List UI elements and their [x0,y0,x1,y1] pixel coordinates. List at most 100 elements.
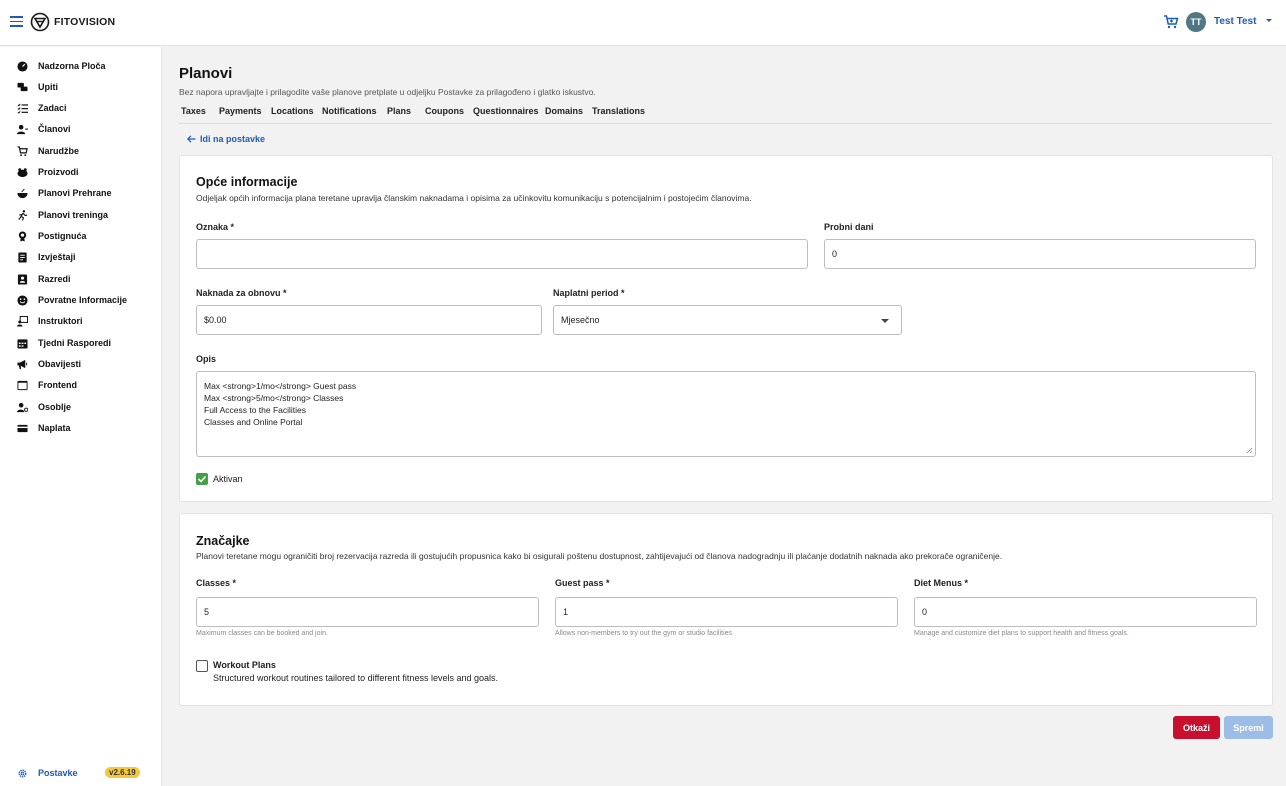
sidebar-item-label: Proizvodi [38,167,79,177]
megaphone-icon [17,359,28,370]
avatar[interactable]: TT [1186,12,1206,32]
billing-period-select[interactable]: Mjesečno [553,305,902,335]
billing-period-value: Mjesečno [561,315,600,325]
sidebar-item-inquiries[interactable]: Upiti [0,79,162,97]
sidebar-item-frontend[interactable]: Frontend [0,377,162,395]
sidebar-item-members[interactable]: Članovi [0,121,162,139]
classes-label: Classes * [196,578,237,588]
diet-menus-hint: Manage and customize diet plans to suppo… [914,630,1129,637]
check-icon [197,475,207,483]
top-bar: FITOVISION TT Test Test [0,0,1286,46]
sidebar-item-products[interactable]: Proizvodi [0,164,162,182]
back-to-settings-link[interactable]: Idi na postavke [187,134,265,144]
tab-domains[interactable]: Domains [545,106,583,116]
tab-payments[interactable]: Payments [219,106,262,116]
tab-taxes[interactable]: Taxes [181,106,206,116]
members-icon [17,124,28,135]
section-description: Odjeljak općih informacija plana teretan… [196,193,752,203]
sidebar-item-label: Članovi [38,124,71,134]
frontend-icon [17,380,28,391]
reports-icon [18,252,27,263]
classes-input[interactable]: 5 [196,597,539,627]
guest-pass-hint: Allows non-members to try out the gym or… [555,630,733,637]
gear-icon [18,769,27,778]
sidebar-item-dashboard[interactable]: Nadzorna Ploča [0,58,162,76]
version-badge: v2.6.19 [105,767,140,778]
menu-icon[interactable] [10,16,23,27]
textarea-line: Max <strong>1/mo</strong> Guest pass [204,381,357,391]
tab-notifications[interactable]: Notifications [322,106,377,116]
sidebar-item-label: Planovi Prehrane [38,188,112,198]
sidebar-item-settings[interactable]: Postavke v2.6.19 [0,765,162,783]
tab-coupons[interactable]: Coupons [425,106,464,116]
sidebar-item-label: Zadaci [38,103,67,113]
sidebar-item-billing[interactable]: Naplata [0,420,162,438]
tab-locations[interactable]: Locations [271,106,314,116]
classes-icon [17,274,28,285]
diet-menus-input[interactable]: 0 [914,597,1257,627]
cart-icon [17,146,28,157]
running-icon [18,210,28,221]
fitovision-logo-icon [30,12,50,32]
tab-translations[interactable]: Translations [592,106,645,116]
workout-plans-checkbox[interactable] [196,660,208,672]
tab-plans[interactable]: Plans [387,106,411,116]
sidebar-item-label: Naplata [38,423,71,433]
label-input[interactable] [196,239,808,269]
sidebar-item-label: Narudžbe [38,146,80,156]
bowl-icon [17,188,28,199]
sidebar-item-diet-plans[interactable]: Planovi Prehrane [0,185,162,203]
dashboard-icon [17,61,28,72]
caret-down-icon [881,319,889,323]
guest-pass-input[interactable]: 1 [555,597,898,627]
billing-period-label: Naplatni period * [553,288,625,298]
brand-name: FITOVISION [54,16,116,28]
sidebar-item-label: Razredi [38,274,71,284]
chat-icon [17,82,28,92]
logo[interactable]: FITOVISION [30,12,115,32]
sidebar-item-reports[interactable]: Izvještaji [0,249,162,267]
sidebar: Nadzorna Ploča Upiti Zadaci Članovi Naru… [0,47,162,786]
renewal-fee-input[interactable]: $0.00 [196,305,542,335]
description-textarea[interactable]: Max <strong>1/mo</strong> Guest pass Max… [196,371,1256,457]
smiley-icon [17,295,28,306]
trial-days-input[interactable]: 0 [824,239,1256,269]
sidebar-item-orders[interactable]: Narudžbe [0,143,162,161]
chevron-down-icon[interactable] [1266,19,1272,22]
sidebar-item-label: Obavijesti [38,359,82,369]
sidebar-item-instructors[interactable]: Instruktori [0,313,162,331]
resize-handle-icon[interactable] [1245,446,1253,454]
sidebar-item-label: Instruktori [38,316,83,326]
sidebar-item-achievements[interactable]: Postignuća [0,228,162,246]
textarea-line: Full Access to the Facilities [204,405,307,415]
sidebar-item-notifications[interactable]: Obavijesti [0,356,162,374]
features-card: Značajke Planovi teretane mogu ograničit… [179,513,1273,706]
save-button[interactable]: Spremi [1224,716,1273,739]
back-link-label: Idi na postavke [200,134,266,144]
products-icon [17,168,28,178]
textarea-line: Classes and Online Portal [204,417,303,427]
sidebar-item-weekly-schedules[interactable]: Tjedni Rasporedi [0,335,162,353]
tab-questionnaires[interactable]: Questionnaires [473,106,539,116]
sidebar-item-feedback[interactable]: Povratne Informacije [0,292,162,310]
active-checkbox[interactable] [196,473,208,485]
sidebar-item-label: Tjedni Rasporedi [38,338,112,348]
sidebar-item-label: Povratne Informacije [38,295,128,305]
sidebar-item-label: Nadzorna Ploča [38,61,106,71]
sidebar-item-classes[interactable]: Razredi [0,271,162,289]
classes-hint: Maximum classes can be booked and join. [196,630,328,637]
page-title: Planovi [179,65,233,82]
cancel-button[interactable]: Otkaži [1173,716,1220,739]
sidebar-item-tasks[interactable]: Zadaci [0,100,162,118]
trial-days-label: Probni dani [824,222,874,232]
sidebar-item-staff[interactable]: Osoblje [0,399,162,417]
section-title: Značajke [196,534,250,548]
cart-icon[interactable] [1163,14,1179,30]
sidebar-item-workout-plans[interactable]: Planovi treninga [0,207,162,225]
workout-plans-label: Workout Plans [213,660,276,670]
user-name[interactable]: Test Test [1214,16,1256,27]
active-label: Aktivan [213,474,243,484]
section-description: Planovi teretane mogu ograničiti broj re… [196,551,1003,561]
workout-plans-description: Structured workout routines tailored to … [213,673,498,683]
sidebar-item-label: Frontend [38,380,77,390]
